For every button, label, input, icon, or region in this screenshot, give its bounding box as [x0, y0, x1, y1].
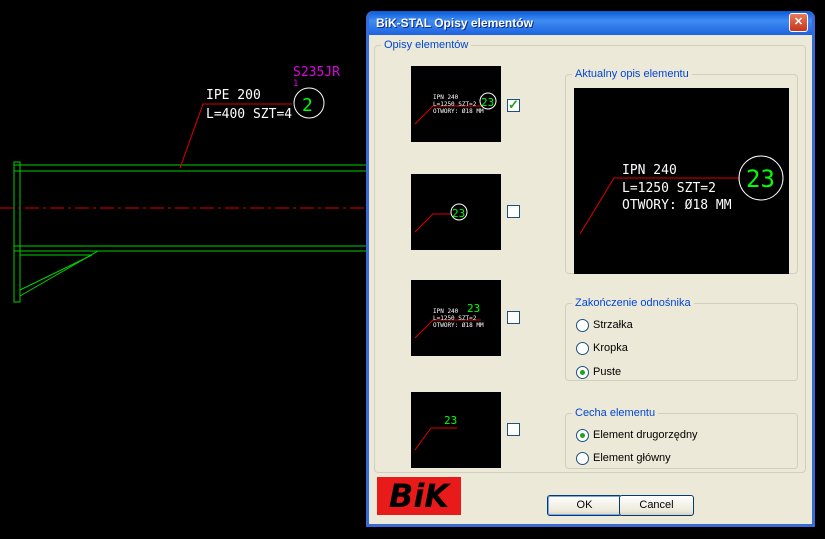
preview-group: Aktualny opis elementu IPN 240 L=1250 SZ… — [565, 68, 798, 274]
thumb-line: L=1250 SZT=2 — [433, 101, 477, 108]
thumb-line: L=1250 SZT=2 — [433, 315, 477, 322]
radio-button[interactable] — [576, 319, 589, 332]
preview-group-label: Aktualny opis elementu — [575, 68, 689, 80]
leader-ending-group-label: Zakończenie odnośnika — [575, 297, 691, 309]
dialog-client: Opisy elementów IPN 240 L=1250 SZT=2 OTW… — [369, 35, 812, 524]
style-checkbox-2[interactable] — [507, 205, 520, 218]
close-button[interactable]: ✕ — [789, 13, 808, 32]
preview-number: 23 — [746, 165, 775, 193]
radio-button[interactable] — [576, 452, 589, 465]
leader-ending-group: Zakończenie odnośnika Strzałka Kropka Pu… — [565, 297, 798, 381]
style-checkbox-1[interactable] — [507, 97, 520, 113]
cad-material-label: S235JR — [293, 65, 340, 80]
thumb-line: IPN 240 — [433, 308, 459, 315]
thumb-line: OTWORY: Ø18 MM — [433, 322, 484, 329]
radio-label: Strzałka — [593, 319, 633, 331]
radio-label: Element drugorzędny — [593, 429, 698, 441]
cancel-button[interactable]: Cancel — [619, 495, 694, 516]
element-feature-group-label: Cecha elementu — [575, 407, 656, 419]
thumb-number: 23 — [452, 207, 465, 220]
preview-line: L=1250 SZT=2 — [622, 181, 716, 196]
cad-section-label: IPE 200 — [206, 88, 261, 103]
styles-group-label: Opisy elementów — [384, 39, 469, 51]
cad-element-number: 2 — [302, 95, 313, 116]
preview-canvas: IPN 240 L=1250 SZT=2 OTWORY: Ø18 MM 23 — [574, 88, 789, 274]
dialog-window: BiK-STAL Opisy elementów ✕ Opisy element… — [366, 11, 815, 527]
thumb-number: 23 — [467, 302, 480, 315]
dialog-title: BiK-STAL Opisy elementów — [376, 16, 533, 30]
style-thumb-full-circle[interactable]: IPN 240 L=1250 SZT=2 OTWORY: Ø18 MM 23 — [411, 66, 501, 142]
styles-group: Opisy elementów IPN 240 L=1250 SZT=2 OTW… — [374, 39, 806, 473]
preview-line: OTWORY: Ø18 MM — [622, 198, 732, 213]
thumb-line: IPN 240 — [433, 94, 459, 101]
style-checkbox-3[interactable] — [507, 311, 520, 324]
radio-label: Puste — [593, 366, 622, 378]
radio-button[interactable] — [576, 342, 589, 355]
ok-button[interactable]: OK — [547, 495, 622, 516]
style-checkbox-4[interactable] — [507, 423, 520, 436]
cad-length-label: L=400 SZT=4 — [206, 107, 292, 122]
style-thumb-text-number[interactable]: IPN 240 L=1250 SZT=2 OTWORY: Ø18 MM 23 — [411, 280, 501, 356]
thumb-number: 23 — [481, 96, 494, 109]
radio-label: Element główny — [593, 452, 671, 464]
radio-button[interactable] — [576, 366, 589, 379]
style-thumb-number-only[interactable]: 23 — [411, 174, 501, 250]
dialog-titlebar[interactable]: BiK-STAL Opisy elementów ✕ — [369, 11, 812, 35]
radio-label: Kropka — [593, 342, 628, 354]
thumb-number: 23 — [444, 414, 457, 427]
close-icon: ✕ — [793, 16, 804, 28]
thumb-line: OTWORY: Ø18 MM — [433, 108, 484, 115]
style-thumb-number-plain[interactable]: 23 — [411, 392, 501, 468]
preview-line: IPN 240 — [622, 163, 677, 178]
cad-material-index: 1 — [293, 79, 298, 89]
bik-logo: BiK — [377, 477, 461, 515]
radio-button[interactable] — [576, 429, 589, 442]
element-feature-group: Cecha elementu Element drugorzędny Eleme… — [565, 407, 798, 469]
